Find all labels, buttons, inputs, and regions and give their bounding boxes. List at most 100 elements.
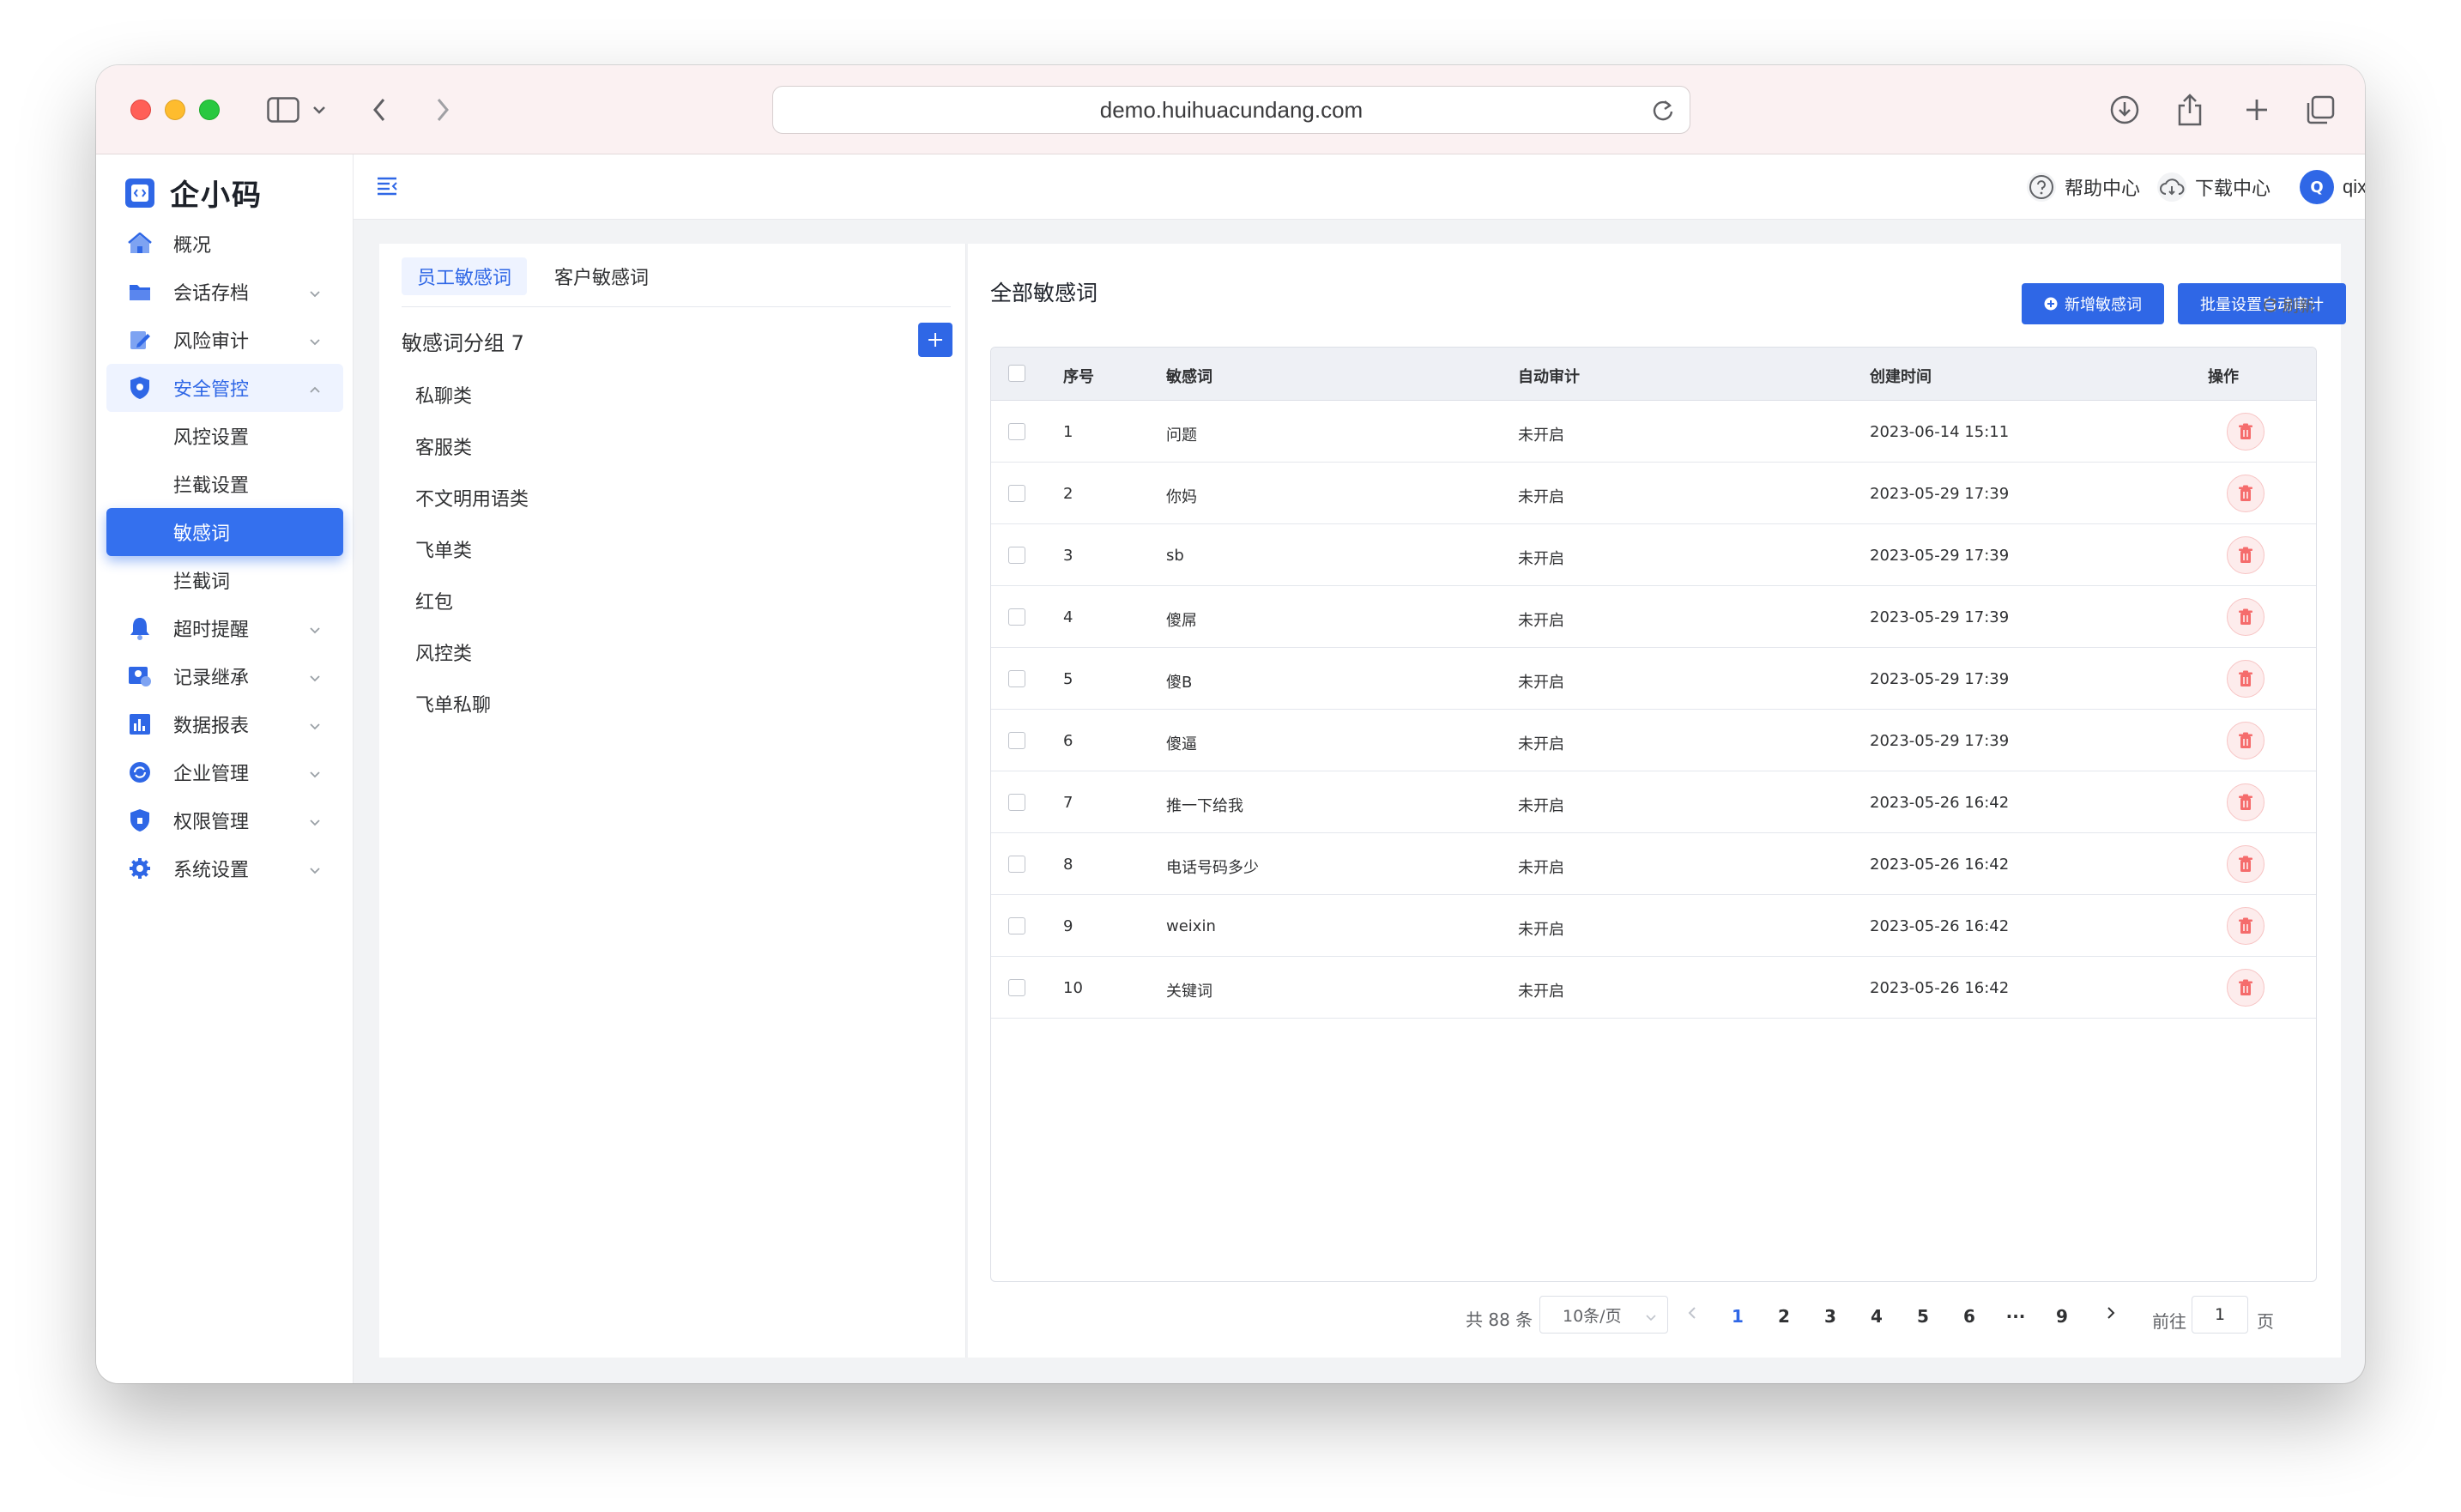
page-number[interactable]: 4 [1864,1306,1890,1327]
delete-button[interactable] [2227,845,2264,883]
row-checkbox[interactable] [1008,485,1025,502]
cell-word: weixin [1166,917,1216,935]
bar-chart-icon [127,711,153,737]
download-icon[interactable] [2107,93,2142,127]
sidebar-item-enterprise[interactable]: 企业管理 [106,748,343,796]
share-icon[interactable] [2173,93,2207,127]
page-number[interactable]: 3 [1817,1306,1843,1327]
sidebar-item-timeout-reminder[interactable]: 超时提醒 [106,604,343,652]
new-tab-icon[interactable] [2240,93,2274,127]
add-group-button[interactable] [918,323,952,357]
tab-overview-icon[interactable] [2303,93,2337,127]
delete-button[interactable] [2227,783,2264,821]
user-menu[interactable]: Q qixiaoma [2300,170,2365,204]
sidebar-item-label: 超时提醒 [173,620,250,641]
sidebar-subitem-risk-settings[interactable]: 风控设置 [106,412,343,460]
delete-button[interactable] [2227,598,2264,636]
delete-button[interactable] [2227,907,2264,945]
reload-icon[interactable] [1652,99,1674,129]
sidebar-toggle-icon[interactable] [264,93,302,127]
refresh-button[interactable]: 刷新 [2262,293,2315,317]
page-number[interactable]: 9 [2049,1306,2075,1327]
row-checkbox[interactable] [1008,856,1025,873]
menu-collapse-icon[interactable] [376,175,398,199]
page-ellipsis[interactable]: ··· [2003,1306,2029,1327]
group-item[interactable]: 风控类 [415,638,472,666]
page-number-current[interactable]: 1 [1725,1306,1751,1327]
tab-employee-words[interactable]: 员工敏感词 [402,257,528,295]
trash-icon [2239,608,2252,625]
tab-customer-words[interactable]: 客户敏感词 [539,257,664,295]
help-center-button[interactable]: 帮助中心 [2027,170,2140,204]
trash-icon [2239,485,2252,501]
delete-button[interactable] [2227,969,2264,1007]
address-bar[interactable]: demo.huihuacundang.com [772,86,1690,134]
group-panel: 员工敏感词 客户敏感词 敏感词分组 7 私聊类 客服类 不文明用语类 飞单类 红… [379,244,966,1358]
group-item[interactable]: 红包 [415,587,453,614]
delete-button[interactable] [2227,413,2264,451]
sidebar-item-record-inherit[interactable]: 记录继承 [106,652,343,700]
chevron-down-icon[interactable] [311,93,328,127]
lock-shield-icon [127,807,153,833]
page-size-select[interactable]: 10条/页 [1539,1296,1668,1334]
row-checkbox[interactable] [1008,794,1025,811]
group-item[interactable]: 私聊类 [415,381,472,408]
group-item[interactable]: 客服类 [415,432,472,460]
sidebar-item-system-settings[interactable]: 系统设置 [106,844,343,892]
sidebar-subitem-sensitive-words[interactable]: 敏感词 [106,508,343,556]
download-center-button[interactable]: 下载中心 [2157,170,2271,204]
minimize-window-button[interactable] [165,100,185,120]
page-number[interactable]: 6 [1956,1306,1982,1327]
sidebar-item-label: 拦截词 [173,572,231,593]
sidebar-item-label: 拦截设置 [173,475,250,497]
sidebar-subitem-intercept-settings[interactable]: 拦截设置 [106,460,343,508]
sidebar-item-permissions[interactable]: 权限管理 [106,796,343,844]
delete-button[interactable] [2227,722,2264,759]
goto-page-input[interactable]: 1 [2192,1296,2248,1334]
group-item[interactable]: 飞单类 [415,535,472,563]
sidebar-item-security[interactable]: 安全管控 [106,364,343,412]
forward-icon[interactable] [432,93,453,127]
cell-word: sb [1166,547,1184,565]
sidebar-item-chat-archive[interactable]: 会话存档 [106,268,343,316]
row-checkbox[interactable] [1008,979,1025,996]
row-checkbox[interactable] [1008,608,1025,626]
sidebar-item-data-report[interactable]: 数据报表 [106,700,343,748]
group-item[interactable]: 飞单私聊 [415,690,491,717]
app-logo[interactable]: 企小码 [125,172,263,214]
cell-audit: 未开启 [1518,983,1564,1001]
page-number[interactable]: 2 [1771,1306,1797,1327]
back-icon[interactable] [369,93,390,127]
add-word-button[interactable]: 新增敏感词 [2022,283,2164,324]
table-row: 4 傻屌 未开启 2023-05-29 17:39 [991,586,2316,648]
close-window-button[interactable] [130,100,151,120]
sidebar-subitem-intercept-words[interactable]: 拦截词 [106,556,343,604]
row-checkbox[interactable] [1008,670,1025,687]
cell-time: 2023-05-29 17:39 [1870,547,2010,565]
row-checkbox[interactable] [1008,732,1025,749]
row-checkbox[interactable] [1008,917,1025,934]
delete-button[interactable] [2227,536,2264,574]
sidebar-item-label: 记录继承 [173,668,250,689]
delete-button[interactable] [2227,660,2264,698]
cell-no: 3 [1063,547,1073,565]
sidebar-item-label: 数据报表 [173,716,250,737]
cell-audit: 未开启 [1518,674,1564,692]
page-number[interactable]: 5 [1910,1306,1936,1327]
row-checkbox[interactable] [1008,547,1025,564]
select-all-checkbox[interactable] [1008,365,1025,382]
column-header-no: 序号 [1063,368,1094,386]
cell-audit: 未开启 [1518,859,1564,877]
sidebar-item-label: 会话存档 [173,283,250,305]
table-row: 7 推一下给我 未开启 2023-05-26 16:42 [991,771,2316,833]
next-page-icon[interactable] [2106,1304,2116,1326]
sidebar-item-overview[interactable]: 概况 [106,220,343,268]
prev-page-icon[interactable] [1687,1304,1697,1326]
cell-no: 2 [1063,485,1073,503]
row-checkbox[interactable] [1008,423,1025,440]
delete-button[interactable] [2227,475,2264,512]
logo-text: 企小码 [170,178,263,213]
group-item[interactable]: 不文明用语类 [415,484,529,511]
zoom-window-button[interactable] [199,100,220,120]
sidebar-item-risk-audit[interactable]: 风险审计 [106,316,343,364]
